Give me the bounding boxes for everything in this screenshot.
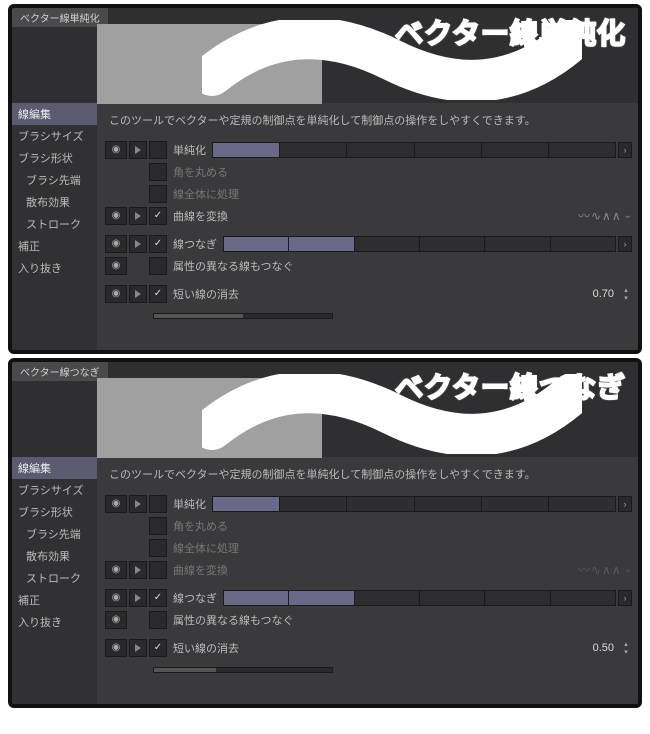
checkbox-convert-curve[interactable] [149,561,167,579]
checkbox-erase-short[interactable] [149,639,167,657]
checkbox-round-corner[interactable] [149,517,167,535]
slider-connect[interactable] [223,236,616,252]
label-whole-line: 線全体に処理 [173,540,239,556]
preview-area: ベクター線単純化 ベクター線単純化 [12,8,638,103]
sidebar-item[interactable]: 散布効果 [12,191,97,213]
slider-erase-short[interactable] [153,667,333,673]
checkbox-connect[interactable] [149,589,167,607]
sidebar-item[interactable]: ストローク [12,567,97,589]
expand-toggle[interactable] [129,589,147,607]
preview-title: ベクター線単純化 [12,8,108,27]
visibility-toggle[interactable]: ◉ [105,235,127,253]
sidebar-item[interactable]: 補正 [12,589,97,611]
tool-panel-connect: ベクター線つなぎ ベクター線つなぎ 線編集 ブラシサイズ ブラシ形状 ブラシ先端… [8,358,642,708]
slider-simplify[interactable] [212,142,616,158]
sidebar-item[interactable]: ブラシ形状 [12,501,97,523]
headline-label: ベクター線つなぎ [395,366,626,406]
slider-connect[interactable] [223,590,616,606]
sidebar-item[interactable]: ブラシ先端 [12,523,97,545]
expand-toggle[interactable] [129,141,147,159]
slider-more-button[interactable]: › [618,590,632,606]
visibility-toggle[interactable]: ◉ [105,611,127,629]
value-erase-short: 0.50 [593,642,614,654]
expand-toggle[interactable] [129,639,147,657]
label-convert-curve: 曲線を変換 [173,562,228,578]
sidebar-item[interactable]: 入り抜き [12,611,97,633]
sidebar-item[interactable]: 補正 [12,235,97,257]
expand-toggle[interactable] [129,235,147,253]
visibility-toggle[interactable]: ◉ [105,495,127,513]
value-erase-short: 0.70 [593,288,614,300]
visibility-toggle[interactable]: ◉ [105,141,127,159]
checkbox-erase-short[interactable] [149,285,167,303]
option-row-connect: ◉ 線つなぎ › [105,588,632,608]
settings-pane: このツールでベクターや定規の制御点を単純化して制御点の操作をしやすくできます。 … [97,103,638,350]
value-spinner[interactable]: ▴▾ [620,640,632,656]
label-connect-diff-attr: 属性の異なる線もつなぐ [173,612,294,628]
sidebar-item[interactable]: ブラシサイズ [12,479,97,501]
curve-type-icons[interactable]: 〰∿∧∧⌄ [578,207,632,224]
label-connect: 線つなぎ [173,236,217,252]
visibility-toggle[interactable]: ◉ [105,207,127,225]
expand-toggle[interactable] [129,495,147,513]
preview-title: ベクター線つなぎ [12,362,108,381]
slider-simplify[interactable] [212,496,616,512]
category-sidebar: 線編集 ブラシサイズ ブラシ形状 ブラシ先端 散布効果 ストローク 補正 入り抜… [12,103,97,350]
label-erase-short: 短い線の消去 [173,286,239,302]
preview-canvas [97,24,322,104]
label-convert-curve: 曲線を変換 [173,208,228,224]
sidebar-tab-active[interactable]: 線編集 [12,457,97,479]
preview-area: ベクター線つなぎ ベクター線つなぎ [12,362,638,457]
visibility-toggle[interactable]: ◉ [105,285,127,303]
slider-erase-short[interactable] [153,313,333,319]
visibility-toggle[interactable]: ◉ [105,639,127,657]
checkbox-round-corner[interactable] [149,163,167,181]
tool-description: このツールでベクターや定規の制御点を単純化して制御点の操作をしやすくできます。 [105,463,632,494]
sidebar-item[interactable]: 入り抜き [12,257,97,279]
headline-label: ベクター線単純化 [395,12,626,52]
expand-toggle[interactable] [129,561,147,579]
label-simplify: 単純化 [173,142,206,158]
category-sidebar: 線編集 ブラシサイズ ブラシ形状 ブラシ先端 散布効果 ストローク 補正 入り抜… [12,457,97,704]
visibility-toggle[interactable]: ◉ [105,257,127,275]
sidebar-item[interactable]: ブラシサイズ [12,125,97,147]
slider-more-button[interactable]: › [618,496,632,512]
sidebar-tab-active[interactable]: 線編集 [12,103,97,125]
label-round-corner: 角を丸める [173,518,228,534]
curve-type-icons[interactable]: 〰∿∧∧⌄ [578,561,632,578]
sidebar-item[interactable]: ストローク [12,213,97,235]
tool-description: このツールでベクターや定規の制御点を単純化して制御点の操作をしやすくできます。 [105,109,632,140]
option-row-connect: ◉ 線つなぎ › [105,234,632,254]
checkbox-whole-line[interactable] [149,185,167,203]
label-simplify: 単純化 [173,496,206,512]
label-round-corner: 角を丸める [173,164,228,180]
visibility-toggle[interactable]: ◉ [105,561,127,579]
label-erase-short: 短い線の消去 [173,640,239,656]
sidebar-item[interactable]: ブラシ形状 [12,147,97,169]
checkbox-connect-diff-attr[interactable] [149,611,167,629]
preview-canvas [97,378,322,458]
label-whole-line: 線全体に処理 [173,186,239,202]
sidebar-item[interactable]: ブラシ先端 [12,169,97,191]
expand-toggle[interactable] [129,285,147,303]
expand-toggle[interactable] [129,207,147,225]
sidebar-item[interactable]: 散布効果 [12,545,97,567]
label-connect-diff-attr: 属性の異なる線もつなぐ [173,258,294,274]
label-connect: 線つなぎ [173,590,217,606]
checkbox-convert-curve[interactable] [149,207,167,225]
checkbox-whole-line[interactable] [149,539,167,557]
slider-more-button[interactable]: › [618,142,632,158]
checkbox-simplify[interactable] [149,141,167,159]
option-row-simplify: ◉ 単純化 › [105,140,632,160]
checkbox-simplify[interactable] [149,495,167,513]
value-spinner[interactable]: ▴▾ [620,286,632,302]
slider-more-button[interactable]: › [618,236,632,252]
option-row-simplify: ◉ 単純化 › [105,494,632,514]
visibility-toggle[interactable]: ◉ [105,589,127,607]
settings-pane: このツールでベクターや定規の制御点を単純化して制御点の操作をしやすくできます。 … [97,457,638,704]
checkbox-connect[interactable] [149,235,167,253]
checkbox-connect-diff-attr[interactable] [149,257,167,275]
tool-panel-simplify: ベクター線単純化 ベクター線単純化 線編集 ブラシサイズ ブラシ形状 ブラシ先端… [8,4,642,354]
